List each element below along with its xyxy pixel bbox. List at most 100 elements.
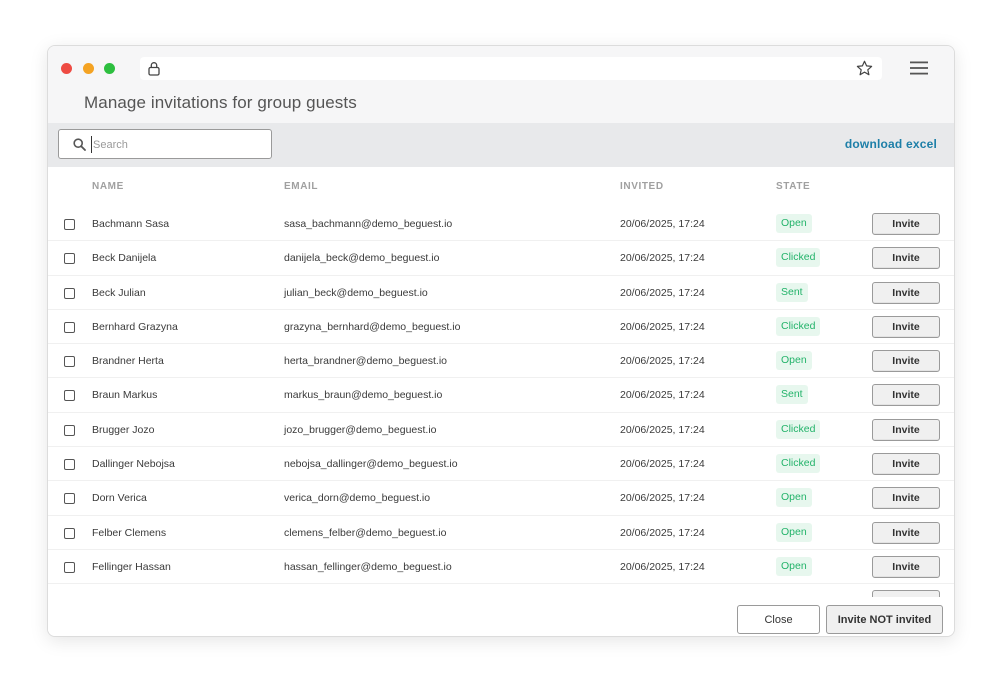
status-badge: Clicked	[776, 248, 821, 268]
status-badge: Open	[776, 556, 812, 576]
status-badge: Open	[776, 522, 812, 542]
table-row: Brandner Herta herta_brandner@demo_begue…	[48, 344, 954, 379]
invite-button[interactable]: Invite	[872, 418, 940, 441]
invite-button[interactable]	[872, 590, 940, 597]
invited-date: 20/06/2025, 17:24	[620, 492, 705, 505]
status-badge: Open	[776, 488, 812, 508]
invitations-table: NAME EMAIL INVITED STATE Bachmann Sasa s…	[48, 167, 954, 597]
search-input[interactable]	[91, 136, 261, 153]
status-badge: Clicked	[776, 419, 821, 439]
invited-date: 20/06/2025, 17:24	[620, 355, 705, 368]
guest-name: Brandner Herta	[92, 355, 164, 368]
guest-name: Dallinger Nebojsa	[92, 458, 175, 471]
row-checkbox[interactable]	[64, 287, 75, 299]
guest-email: verica_dorn@demo_beguest.io	[284, 492, 431, 505]
table-row: Brugger Jozo jozo_brugger@demo_beguest.i…	[48, 413, 954, 448]
row-checkbox[interactable]	[64, 424, 75, 436]
guest-email: markus_braun@demo_beguest.io	[284, 389, 443, 402]
column-header-name: NAME	[92, 181, 124, 192]
invite-button[interactable]: Invite	[872, 384, 940, 407]
row-checkbox[interactable]	[64, 459, 75, 471]
lock-icon	[148, 62, 160, 76]
invited-date: 20/06/2025, 17:24	[620, 252, 705, 265]
invited-date: 20/06/2025, 17:24	[620, 389, 705, 402]
guest-email: grazyna_bernhard@demo_beguest.io	[284, 320, 461, 333]
guest-name: Fellinger Hassan	[92, 560, 171, 573]
guest-name: Beck Julian	[92, 286, 146, 299]
table-row: Dallinger Nebojsa nebojsa_dallinger@demo…	[48, 447, 954, 482]
status-badge: Clicked	[776, 454, 821, 474]
guest-email: jozo_brugger@demo_beguest.io	[284, 423, 437, 436]
guest-name: Beck Danijela	[92, 252, 157, 265]
row-checkbox[interactable]	[64, 219, 75, 230]
table-body: Bachmann Sasa sasa_bachmann@demo_beguest…	[48, 207, 954, 597]
address-bar[interactable]	[140, 57, 882, 80]
table-row: Bernhard Grazyna grazyna_bernhard@demo_b…	[48, 310, 954, 345]
invite-button[interactable]: Invite	[872, 521, 940, 544]
guest-name: Felber Clemens	[92, 526, 167, 539]
invited-date: 20/06/2025, 17:24	[620, 320, 705, 333]
star-icon[interactable]	[856, 60, 873, 77]
row-checkbox[interactable]	[64, 561, 75, 573]
column-header-invited: INVITED	[620, 181, 664, 192]
invite-button[interactable]: Invite	[872, 453, 940, 476]
table-row: Beck Julian julian_beck@demo_beguest.io …	[48, 276, 954, 310]
table-row: Bachmann Sasa sasa_bachmann@demo_beguest…	[48, 207, 954, 242]
invite-not-invited-button[interactable]: Invite NOT invited	[826, 605, 943, 634]
menu-icon[interactable]	[910, 61, 928, 75]
status-badge: Open	[776, 351, 812, 371]
maximize-window-dot[interactable]	[104, 63, 115, 74]
invite-button[interactable]: Invite	[872, 315, 940, 338]
invited-date: 20/06/2025, 17:24	[620, 218, 705, 230]
close-window-dot[interactable]	[61, 63, 72, 74]
row-checkbox[interactable]	[64, 356, 75, 368]
row-checkbox[interactable]	[64, 253, 75, 265]
invited-date: 20/06/2025, 17:24	[620, 458, 705, 471]
search-box[interactable]	[58, 129, 272, 159]
column-header-email: EMAIL	[284, 181, 319, 192]
browser-chrome	[48, 46, 954, 90]
table-row: Beck Danijela danijela_beck@demo_beguest…	[48, 241, 954, 276]
invite-button[interactable]: Invite	[872, 247, 940, 270]
invite-button[interactable]: Invite	[872, 350, 940, 373]
table-row-partial	[48, 584, 954, 597]
guest-email: danijela_beck@demo_beguest.io	[284, 252, 440, 265]
download-excel-link[interactable]: download excel	[845, 137, 937, 151]
row-checkbox[interactable]	[64, 493, 75, 505]
table-row: Fellinger Hassan hassan_fellinger@demo_b…	[48, 550, 954, 585]
toolbar: download excel	[48, 123, 954, 167]
row-checkbox[interactable]	[64, 321, 75, 333]
guest-name: Brugger Jozo	[92, 423, 155, 436]
status-badge: Sent	[776, 385, 808, 405]
guest-email: herta_brandner@demo_beguest.io	[284, 355, 448, 368]
search-icon	[73, 138, 86, 151]
invited-date: 20/06/2025, 17:24	[620, 423, 705, 436]
guest-email: sasa_bachmann@demo_beguest.io	[284, 218, 453, 230]
table-row: Braun Markus markus_braun@demo_beguest.i…	[48, 378, 954, 413]
minimize-window-dot[interactable]	[83, 63, 94, 74]
guest-name: Dorn Verica	[92, 492, 147, 505]
invited-date: 20/06/2025, 17:24	[620, 286, 705, 299]
guest-email: julian_beck@demo_beguest.io	[284, 286, 428, 299]
row-checkbox[interactable]	[64, 527, 75, 539]
dialog-footer: Close Invite NOT invited	[48, 597, 954, 636]
status-badge: Sent	[776, 282, 808, 302]
row-checkbox[interactable]	[64, 390, 75, 402]
invite-button[interactable]: Invite	[872, 555, 940, 578]
invite-button[interactable]: Invite	[872, 213, 940, 235]
guest-email: nebojsa_dallinger@demo_beguest.io	[284, 458, 458, 471]
guest-email: hassan_fellinger@demo_beguest.io	[284, 560, 452, 573]
table-row: Felber Clemens clemens_felber@demo_begue…	[48, 516, 954, 550]
table-row: Dorn Verica verica_dorn@demo_beguest.io …	[48, 481, 954, 516]
guest-name: Bernhard Grazyna	[92, 320, 178, 333]
invited-date: 20/06/2025, 17:24	[620, 526, 705, 539]
table-header: NAME EMAIL INVITED STATE	[48, 167, 954, 207]
status-badge: Clicked	[776, 316, 821, 336]
invite-button[interactable]: Invite	[872, 487, 940, 510]
invite-button[interactable]: Invite	[872, 281, 940, 304]
invited-date: 20/06/2025, 17:24	[620, 560, 705, 573]
column-header-state: STATE	[776, 181, 811, 192]
page-header: Manage invitations for group guests	[48, 90, 954, 123]
close-button[interactable]: Close	[737, 605, 820, 634]
status-badge: Open	[776, 214, 812, 233]
